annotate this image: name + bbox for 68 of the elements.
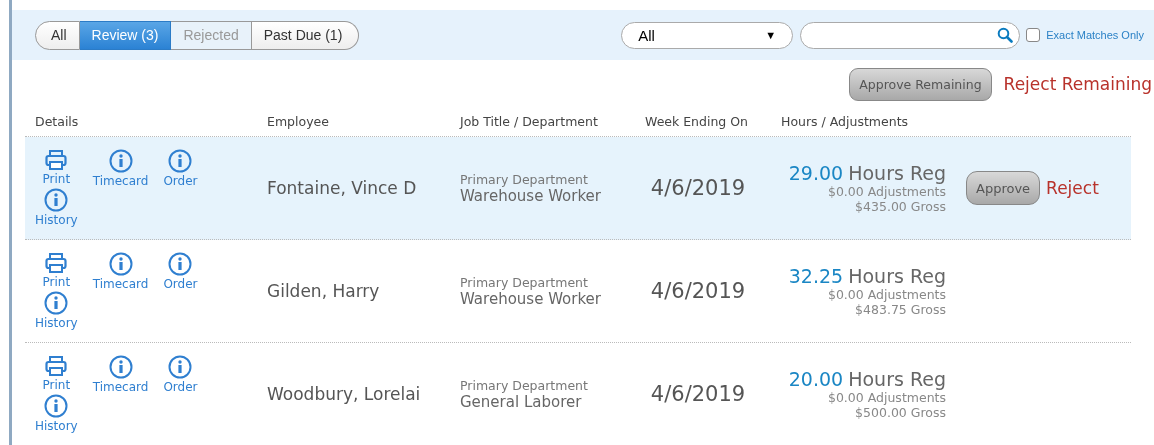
exact-matches-label: Exact Matches Only (1046, 29, 1144, 41)
employee-name: Gilden, Harry (267, 281, 381, 301)
info-icon (108, 355, 133, 379)
search-field[interactable] (800, 21, 1021, 49)
gross-text: $435.00 Gross (855, 199, 946, 214)
filter-tab[interactable]: Review (3) (79, 20, 172, 50)
employee-name: Woodbury, Lorelai (267, 384, 422, 404)
details-link[interactable]: Timecard (92, 252, 149, 291)
info-icon (168, 355, 193, 379)
search-icon (997, 27, 1014, 43)
reject-link[interactable]: Reject (1046, 178, 1099, 198)
details-link[interactable]: Timecard (92, 149, 149, 188)
department-text: Primary Department (460, 274, 589, 290)
hours-value: 20.00 (788, 368, 844, 390)
details-link[interactable]: Print (35, 355, 78, 394)
printer-icon (45, 149, 68, 171)
job-title-text: Warehouse Worker (460, 289, 602, 308)
column-header: Hours / Adjustments (781, 114, 910, 129)
info-icon (44, 291, 69, 315)
approve-button[interactable]: Approve (966, 171, 1041, 205)
reject-remaining-link[interactable]: Reject Remaining (1003, 74, 1152, 94)
department-text: Primary Department (460, 171, 589, 187)
column-header: Employee (267, 114, 330, 129)
details-link[interactable]: History (35, 188, 78, 227)
details-link[interactable]: History (35, 291, 78, 330)
hours-label: Hours Reg (848, 162, 946, 184)
details-link[interactable]: Order (163, 149, 198, 188)
printer-icon (45, 355, 68, 377)
info-icon (44, 188, 69, 212)
details-link[interactable]: Print (35, 149, 78, 188)
job-title-text: Warehouse Worker (460, 186, 602, 205)
hours-value: 32.25 (788, 265, 844, 287)
info-icon (108, 252, 133, 276)
table-row[interactable]: Print Timecard Order History Gilden, Harry Primary Department Warehouse Worker 4/6/2019 32.25 Hours Reg $0.00 Adjustments $483.75 Gross (25, 240, 1131, 343)
adjustments-text: $0.00 Adjustments (827, 287, 946, 302)
info-icon (44, 394, 69, 418)
hours-label: Hours Reg (848, 265, 946, 287)
table-row[interactable]: Print Timecard Order History Woodbury, Lorelai Primary Department General Laborer 4/6/2019 20.00 Hours Reg $0.00 Adjustments $500.00 Gross (25, 343, 1131, 445)
adjustments-text: $0.00 Adjustments (827, 184, 946, 199)
details-link[interactable]: Order (163, 355, 198, 394)
department-text: Primary Department (460, 377, 589, 393)
gross-text: $483.75 Gross (855, 302, 946, 317)
week-ending-date: 4/6/2019 (649, 279, 747, 303)
job-title-text: General Laborer (460, 392, 582, 411)
column-header: Details (34, 114, 80, 129)
filter-tab[interactable]: All (35, 20, 80, 50)
week-ending-date: 4/6/2019 (649, 382, 747, 406)
details-link[interactable]: History (35, 394, 78, 433)
info-icon (168, 149, 193, 173)
details-link[interactable]: Order (163, 252, 198, 291)
employee-name: Fontaine, Vince D (267, 178, 418, 198)
approve-remaining-button[interactable]: Approve Remaining (849, 67, 992, 101)
table-row[interactable]: Print Timecard Order History Fontaine, Vince D Primary Department Warehouse Worker 4/6/2019 29.00 Hours Reg $0.00 Adjustments $435.00 Gross Approve Reject (25, 137, 1131, 240)
column-header: Week Ending On (645, 114, 750, 129)
hours-value: 29.00 (788, 162, 844, 184)
details-link[interactable]: Print (35, 252, 78, 291)
gross-text: $500.00 Gross (855, 405, 946, 420)
details-link[interactable]: Timecard (92, 355, 149, 394)
hours-label: Hours Reg (848, 368, 946, 390)
info-icon (108, 149, 133, 173)
filter-dropdown[interactable]: All ▼ (621, 21, 794, 49)
filter-tab[interactable]: Past Due (1) (251, 20, 360, 50)
column-header: Job Title / Department (460, 114, 599, 129)
exact-matches-checkbox[interactable] (1026, 28, 1041, 42)
adjustments-text: $0.00 Adjustments (827, 390, 946, 405)
printer-icon (45, 252, 68, 274)
info-icon (168, 252, 193, 276)
week-ending-date: 4/6/2019 (649, 176, 747, 200)
